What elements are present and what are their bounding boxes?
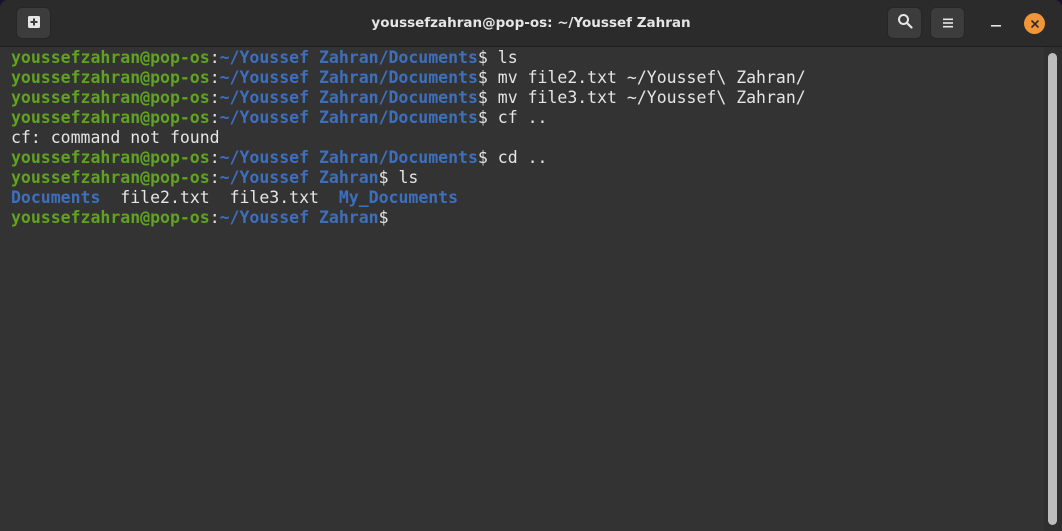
prompt-path: ~/Youssef Zahran/Documents	[219, 88, 478, 107]
prompt-user-host: youssefzahran@pop-os	[11, 108, 210, 127]
file-entry: file3.txt	[229, 188, 319, 207]
prompt-user-host: youssefzahran@pop-os	[11, 48, 210, 67]
prompt-line: youssefzahran@pop-os:~/Youssef Zahran/Do…	[11, 88, 1044, 108]
prompt-symbol: $	[477, 108, 488, 127]
output-line: cf: command not found	[11, 128, 1044, 148]
minimize-button[interactable]	[987, 14, 1005, 32]
command-text: cf ..	[487, 108, 548, 127]
scrollbar-thumb[interactable]	[1048, 53, 1057, 525]
prompt-path: ~/Youssef Zahran/Documents	[219, 148, 478, 167]
command-text: ls	[388, 168, 419, 187]
output-text: cf: command not found	[11, 128, 220, 147]
prompt-symbol: $	[477, 68, 488, 87]
prompt-separator: :	[209, 108, 220, 127]
close-button[interactable]	[1024, 13, 1045, 34]
entry-spacing	[210, 188, 230, 207]
prompt-user-host: youssefzahran@pop-os	[11, 148, 210, 167]
search-icon	[897, 13, 913, 33]
terminal-window: youssefzahran@pop-os: ~/Youssef Zahran y…	[0, 0, 1062, 531]
prompt-line: youssefzahran@pop-os:~/Youssef Zahran/Do…	[11, 68, 1044, 88]
directory-entry: Documents	[11, 188, 101, 207]
close-icon	[1030, 14, 1040, 33]
file-entry: file2.txt	[120, 188, 210, 207]
command-text: ls	[487, 48, 518, 67]
prompt-user-host: youssefzahran@pop-os	[11, 68, 210, 87]
ls-output-line: Documents file2.txt file3.txt My_Documen…	[11, 188, 1044, 208]
prompt-user-host: youssefzahran@pop-os	[11, 208, 210, 227]
minimize-icon	[990, 14, 1002, 33]
prompt-line: youssefzahran@pop-os:~/Youssef Zahran$	[11, 208, 1044, 228]
terminal-output[interactable]: youssefzahran@pop-os:~/Youssef Zahran/Do…	[0, 47, 1044, 531]
prompt-separator: :	[209, 48, 220, 67]
scrollbar[interactable]	[1044, 47, 1062, 531]
new-tab-button[interactable]	[16, 7, 51, 39]
prompt-symbol: $	[477, 148, 488, 167]
prompt-user-host: youssefzahran@pop-os	[11, 88, 210, 107]
prompt-symbol: $	[378, 168, 389, 187]
prompt-symbol: $	[477, 48, 488, 67]
prompt-symbol: $	[378, 208, 389, 227]
entry-spacing	[100, 188, 120, 207]
prompt-separator: :	[209, 88, 220, 107]
title-bar[interactable]: youssefzahran@pop-os: ~/Youssef Zahran	[0, 0, 1062, 47]
prompt-path: ~/Youssef Zahran	[219, 208, 379, 227]
prompt-line: youssefzahran@pop-os:~/Youssef Zahran/Do…	[11, 148, 1044, 168]
prompt-separator: :	[209, 208, 220, 227]
command-text: cd ..	[487, 148, 548, 167]
prompt-path: ~/Youssef Zahran/Documents	[219, 108, 478, 127]
prompt-separator: :	[209, 168, 220, 187]
prompt-line: youssefzahran@pop-os:~/Youssef Zahran/Do…	[11, 108, 1044, 128]
entry-spacing	[319, 188, 339, 207]
prompt-path: ~/Youssef Zahran/Documents	[219, 68, 478, 87]
command-text: mv file2.txt ~/Youssef\ Zahran/	[487, 68, 806, 87]
new-tab-icon	[27, 14, 41, 33]
search-button[interactable]	[887, 7, 922, 39]
prompt-user-host: youssefzahran@pop-os	[11, 168, 210, 187]
command-text: mv file3.txt ~/Youssef\ Zahran/	[487, 88, 806, 107]
prompt-symbol: $	[477, 88, 488, 107]
prompt-line: youssefzahran@pop-os:~/Youssef Zahran$ l…	[11, 168, 1044, 188]
prompt-line: youssefzahran@pop-os:~/Youssef Zahran/Do…	[11, 48, 1044, 68]
menu-button[interactable]	[930, 7, 965, 39]
prompt-separator: :	[209, 148, 220, 167]
prompt-path: ~/Youssef Zahran	[219, 168, 379, 187]
hamburger-menu-icon	[942, 14, 954, 33]
prompt-path: ~/Youssef Zahran/Documents	[219, 48, 478, 67]
directory-entry: My_Documents	[338, 188, 459, 207]
prompt-separator: :	[209, 68, 220, 87]
